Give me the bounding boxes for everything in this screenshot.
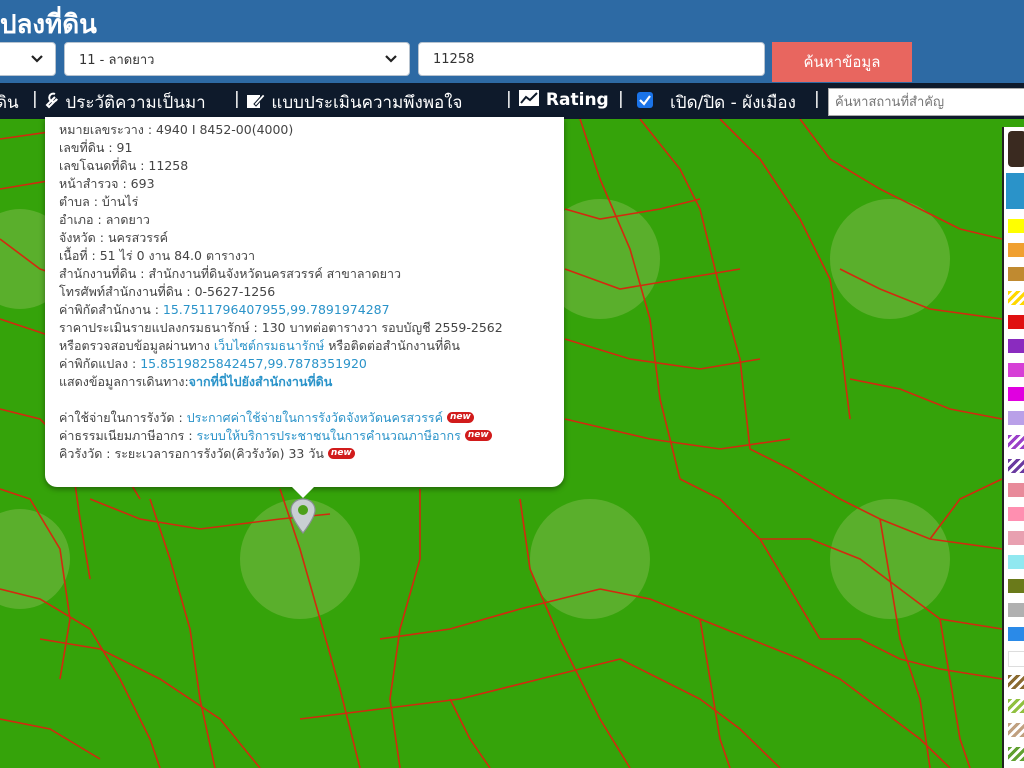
chart-icon <box>519 90 539 106</box>
popup-office: สำนักงานที่ดิน : สำนักงานที่ดินจังหวัดนค… <box>59 266 402 281</box>
check-suffix: หรือติดต่อสำนักงานที่ดิน <box>324 338 460 353</box>
edit-icon <box>247 93 266 108</box>
legend-swatch <box>1008 531 1024 545</box>
survey-cost-label: ค่าใช้จ่ายในการรังวัด : <box>59 410 187 425</box>
popup-appraisal: ราคาประเมินรายแปลงกรมธนารักษ์ : 130 บาทต… <box>59 320 503 335</box>
legend-swatch <box>1008 723 1024 737</box>
nav-item-toggle-cityplan[interactable]: เปิด/ปิด - ผังเมือง <box>670 89 796 116</box>
legend-swatch <box>1008 435 1024 449</box>
nav-item-history-label: ประวัติความเป็นมา <box>65 93 206 113</box>
check-prefix: หรือตรวจสอบข้อมูลผ่านทาง <box>59 338 214 353</box>
nav-item-land[interactable]: ดิน <box>0 89 19 116</box>
fee-label: ค่าธรรมเนียมภาษีอากร : <box>59 428 197 443</box>
new-badge: new <box>446 412 474 423</box>
legend-swatch <box>1008 291 1024 305</box>
new-badge: new <box>464 430 492 441</box>
nav-item-survey[interactable]: แบบประเมินความพึงพอใจ <box>246 89 463 116</box>
popup-check: หรือตรวจสอบข้อมูลผ่านทาง เว็บไซต์กรมธนาร… <box>59 337 460 355</box>
legend-swatch <box>1008 411 1024 425</box>
popup-province: จังหวัด : นครสวรรค์ <box>59 230 169 245</box>
popup-survey-page: หน้าสำรวจ : 693 <box>59 176 155 191</box>
legend-swatch <box>1008 243 1024 257</box>
office-coord-label: ค่าพิกัดสำนักงาน : <box>59 302 163 317</box>
legend-swatch <box>1008 747 1024 761</box>
legend-swatch <box>1008 315 1024 329</box>
chevron-down-icon <box>385 55 397 63</box>
nav-separator: | <box>618 89 624 109</box>
popup-route: แสดงข้อมูลการเดินทาง:จากที่นี่ไปยังสำนัก… <box>59 373 332 391</box>
district-select-value: 11 - ลาดยาว <box>79 52 155 68</box>
nav-item-history[interactable]: ประวัติความเป็นมา <box>44 89 206 116</box>
popup-subdistrict: ตำบล : บ้านไร่ <box>59 194 139 209</box>
search-button[interactable]: ค้นหาข้อมูล <box>772 42 912 82</box>
parcel-coord-link[interactable]: 15.8519825842457,99.7878351920 <box>140 356 367 371</box>
map-pin-icon[interactable] <box>289 497 317 535</box>
nav-separator: | <box>32 89 38 109</box>
chevron-down-icon <box>31 55 43 63</box>
treasury-website-link[interactable]: เว็บไซต์กรมธนารักษ์ <box>214 338 324 353</box>
popup-land-no: เลขที่ดิน : 91 <box>59 140 133 155</box>
nav-separator: | <box>814 89 820 109</box>
popup-queue: คิวรังวัด : ระยะเวลารอการรังวัด(คิวรังวั… <box>59 445 355 463</box>
queue-text: คิวรังวัด : ระยะเวลารอการรังวัด(คิวรังวั… <box>59 446 324 461</box>
survey-cost-link[interactable]: ประกาศค่าใช้จ่ายในการรังวัดจังหวัดนครสวร… <box>187 410 443 425</box>
popup-fee: ค่าธรรมเนียมภาษีอากร : ระบบให้บริการประช… <box>59 427 492 445</box>
district-select[interactable]: 11 - ลาดยาว <box>64 42 410 76</box>
legend-swatch <box>1008 555 1024 569</box>
legend-logo <box>1008 131 1024 167</box>
province-select[interactable] <box>0 42 56 76</box>
legend-swatch <box>1008 339 1024 353</box>
cityplan-checkbox[interactable] <box>637 92 653 108</box>
nav-item-survey-label: แบบประเมินความพึงพอใจ <box>271 93 463 113</box>
legend-swatch <box>1008 603 1024 617</box>
popup-area: เนื้อที่ : 51 ไร่ 0 งาน 84.0 ตารางวา <box>59 248 255 263</box>
check-icon <box>639 95 651 106</box>
legend-swatch <box>1008 627 1024 641</box>
page-title: ปลงที่ดิน <box>0 10 97 40</box>
popup-survey-cost: ค่าใช้จ่ายในการรังวัด : ประกาศค่าใช้จ่าย… <box>59 409 474 427</box>
legend-swatch <box>1008 675 1024 689</box>
nav-separator: | <box>506 89 512 109</box>
new-badge: new <box>327 448 355 459</box>
nav-item-rating-label: Rating <box>545 90 609 110</box>
place-search-input[interactable] <box>828 88 1024 116</box>
popup-map-sheet: หมายเลขระวาง : 4940 I 8452-00(4000) <box>59 122 294 137</box>
popup-district: อำเภอ : ลาดยาว <box>59 212 150 227</box>
popup-office-coord: ค่าพิกัดสำนักงาน : 15.7511796407955,99.7… <box>59 301 390 319</box>
legend-swatch <box>1008 699 1024 713</box>
parcel-number-input[interactable]: 11258 <box>418 42 765 76</box>
map-legend <box>1002 127 1024 768</box>
legend-swatch <box>1008 483 1024 497</box>
route-label: แสดงข้อมูลการเดินทาง: <box>59 374 189 389</box>
parcel-coord-label: ค่าพิกัดแปลง : <box>59 356 141 371</box>
popup-parcel-coord: ค่าพิกัดแปลง : 15.8519825842457,99.78783… <box>59 355 367 373</box>
legend-swatch <box>1008 387 1024 401</box>
legend-swatch <box>1008 219 1024 233</box>
legend-swatch <box>1008 507 1024 521</box>
office-coord-link[interactable]: 15.7511796407955,99.7891974287 <box>163 302 390 317</box>
legend-header <box>1006 173 1024 209</box>
legend-swatch <box>1008 459 1024 473</box>
wrench-icon <box>45 92 58 109</box>
popup-deed-no: เลขโฉนดที่ดิน : 11258 <box>59 158 189 173</box>
legend-swatch <box>1008 651 1024 667</box>
route-link[interactable]: จากที่นี่ไปยังสำนักงานที่ดิน <box>189 374 333 389</box>
nav-separator: | <box>234 89 240 109</box>
popup-office-phone: โทรศัพท์สำนักงานที่ดิน : 0-5627-1256 <box>59 284 276 299</box>
parcel-number-value: 11258 <box>433 51 475 67</box>
parcel-info-popup: หมายเลขระวาง : 4940 I 8452-00(4000) เลขท… <box>45 117 564 487</box>
legend-swatch <box>1008 267 1024 281</box>
legend-swatch <box>1008 579 1024 593</box>
nav-item-rating[interactable]: Rating <box>518 89 609 110</box>
fee-link[interactable]: ระบบให้บริการประชาชนในการคำนวณภาษีอากร <box>197 428 461 443</box>
header-bar: ปลงที่ดิน 11 - ลาดยาว 11258 ค้นหาข้อมูล <box>0 0 1024 83</box>
legend-swatch <box>1008 363 1024 377</box>
